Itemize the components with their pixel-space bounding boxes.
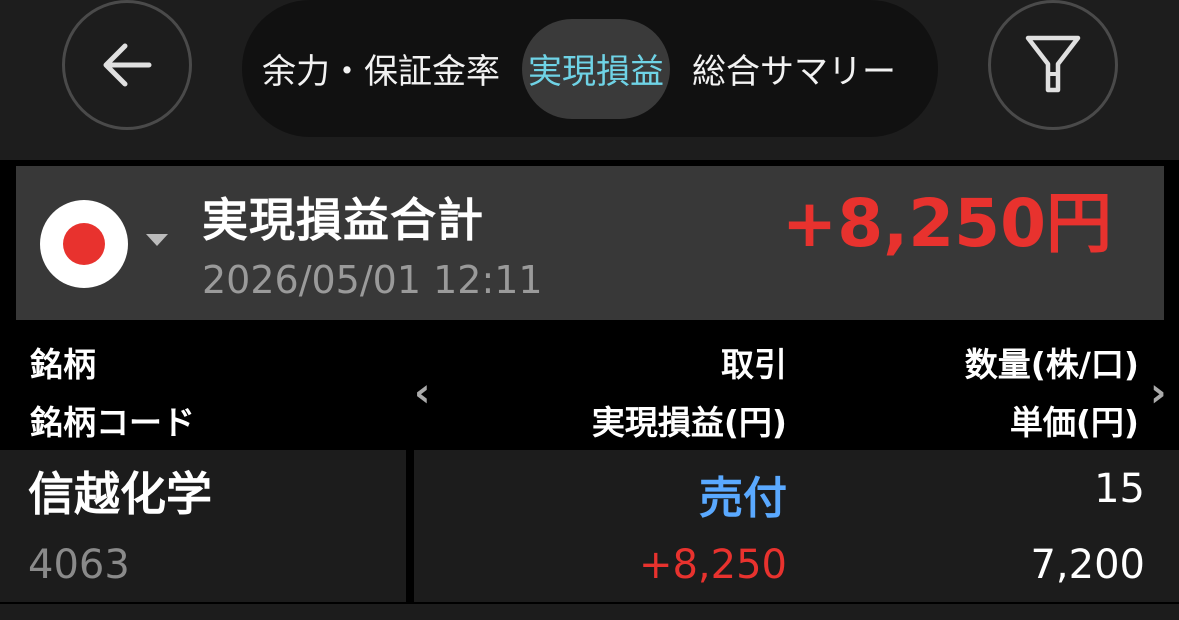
tab-bar: 余力・保証金率 実現損益 総合サマリー — [242, 0, 938, 137]
realized-pnl-summary: 実現損益合計 2026/05/01 12:11 +8,250円 — [16, 166, 1164, 320]
next-row-strip — [0, 604, 1179, 620]
realized-pnl-value: +8,250 — [638, 542, 787, 588]
col-quantity: 数量(株/口) — [964, 345, 1139, 384]
col-unit-price: 単価(円) — [1009, 403, 1139, 442]
col-trade: 取引 — [721, 345, 787, 384]
tab-summary[interactable]: 総合サマリー — [682, 19, 906, 119]
stock-code: 4063 — [28, 542, 130, 588]
col-stock-code: 銘柄コード — [30, 403, 195, 442]
col-stock: 銘柄 — [30, 345, 96, 384]
summary-timestamp: 2026/05/01 12:11 — [202, 258, 543, 302]
summary-total: +8,250円 — [781, 185, 1112, 262]
filter-button[interactable] — [988, 0, 1118, 130]
chevron-left-icon[interactable]: ‹ — [414, 370, 430, 416]
app-header: 余力・保証金率 実現損益 総合サマリー — [0, 0, 1179, 160]
japan-flag-icon[interactable] — [40, 200, 128, 288]
column-header: 銘柄 銘柄コード ‹ 取引 実現損益(円) 数量(株/口) 単価(円) › — [0, 326, 1179, 448]
back-button[interactable] — [62, 0, 192, 130]
unit-price-value: 7,200 — [1030, 542, 1145, 588]
col-realized-pnl: 実現損益(円) — [591, 403, 787, 442]
trade-cell: 売付 +8,250 15 7,200 — [414, 450, 1179, 602]
summary-title: 実現損益合計 — [202, 193, 484, 247]
chevron-right-icon[interactable]: › — [1150, 370, 1166, 416]
tab-margin[interactable]: 余力・保証金率 — [252, 19, 510, 119]
trade-type: 売付 — [699, 473, 787, 524]
filter-icon — [1025, 35, 1081, 93]
dropdown-caret-icon[interactable] — [146, 234, 168, 246]
quantity-value: 15 — [1094, 466, 1145, 512]
stock-name: 信越化学 — [28, 467, 212, 521]
tab-realized-pnl[interactable]: 実現損益 — [522, 18, 670, 119]
stock-cell: 信越化学 4063 — [0, 450, 406, 602]
table-row[interactable]: 信越化学 4063 売付 +8,250 15 7,200 — [0, 450, 1179, 602]
arrow-left-icon — [103, 43, 152, 87]
